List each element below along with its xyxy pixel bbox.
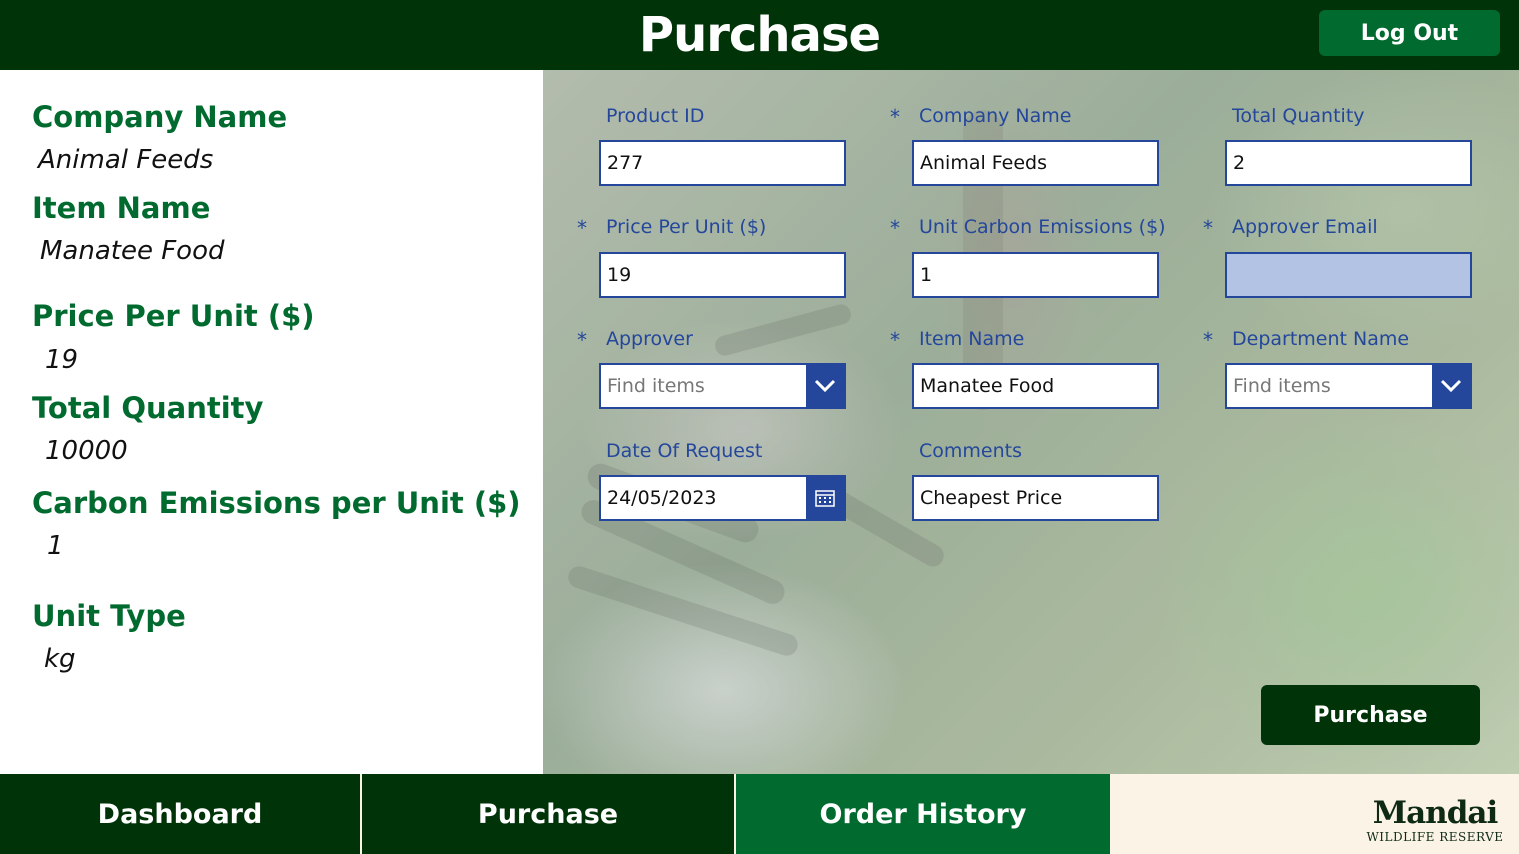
approver-search-input[interactable] — [601, 365, 807, 407]
summary-unit-type-value: kg — [44, 644, 76, 674]
purchase-submit-button[interactable]: Purchase — [1261, 685, 1480, 745]
date-picker[interactable] — [599, 475, 846, 521]
price-per-unit-input[interactable] — [599, 252, 846, 298]
purchase-form-panel: Product ID * Company Name Total Quantity… — [543, 70, 1519, 774]
department-search-input[interactable] — [1227, 365, 1433, 407]
date-of-request-input[interactable] — [601, 477, 807, 519]
chevron-down-icon — [1440, 379, 1462, 393]
brand-subtitle: WILDLIFE RESERVE — [1366, 830, 1504, 844]
nav-purchase[interactable]: Purchase — [362, 774, 734, 854]
department-name-label: Department Name — [1232, 328, 1410, 350]
summary-carbon-value: 1 — [47, 531, 64, 561]
nav-dashboard[interactable]: Dashboard — [0, 774, 360, 854]
approver-email-input[interactable] — [1225, 252, 1472, 298]
nav-order-history[interactable]: Order History — [736, 774, 1110, 854]
required-marker: * — [577, 328, 587, 352]
brand-logo: Mandai WILDLIFE RESERVE — [1360, 796, 1510, 844]
calendar-button[interactable] — [806, 477, 844, 519]
approver-email-label: Approver Email — [1232, 216, 1378, 238]
summary-company-label: Company Name — [32, 100, 288, 134]
page-title: Purchase — [638, 7, 881, 63]
calendar-icon — [815, 490, 835, 507]
department-dropdown-button[interactable] — [1432, 365, 1470, 407]
unit-carbon-label: Unit Carbon Emissions ($) — [919, 216, 1166, 238]
comments-label: Comments — [919, 440, 1022, 462]
summary-price-value: 19 — [45, 345, 79, 375]
summary-quantity-value: 10000 — [45, 436, 128, 466]
required-marker: * — [1203, 216, 1213, 240]
company-name-label: Company Name — [919, 105, 1072, 127]
summary-item-label: Item Name — [32, 191, 211, 225]
chevron-down-icon — [814, 379, 836, 393]
logout-button[interactable]: Log Out — [1319, 10, 1500, 56]
summary-company-value: Animal Feeds — [38, 145, 214, 175]
approver-dropdown-button[interactable] — [806, 365, 844, 407]
summary-quantity-label: Total Quantity — [32, 391, 264, 425]
summary-panel: Company Name Animal Feeds Item Name Mana… — [0, 70, 543, 774]
summary-price-label: Price Per Unit ($) — [32, 299, 315, 333]
bottom-nav: Dashboard Purchase Order History Mandai … — [0, 774, 1519, 854]
total-quantity-label: Total Quantity — [1232, 105, 1365, 127]
unit-carbon-input[interactable] — [912, 252, 1159, 298]
required-marker: * — [890, 216, 900, 240]
product-id-input[interactable] — [599, 140, 846, 186]
summary-unit-type-label: Unit Type — [32, 599, 186, 633]
price-per-unit-label: Price Per Unit ($) — [606, 216, 767, 238]
company-name-input[interactable] — [912, 140, 1159, 186]
required-marker: * — [577, 216, 587, 240]
department-combobox[interactable] — [1225, 363, 1472, 409]
item-name-label: Item Name — [919, 328, 1025, 350]
date-of-request-label: Date Of Request — [606, 440, 763, 462]
item-name-input[interactable] — [912, 363, 1159, 409]
summary-item-value: Manatee Food — [40, 236, 225, 266]
approver-label: Approver — [606, 328, 693, 350]
summary-carbon-label: Carbon Emissions per Unit ($) — [32, 486, 521, 520]
total-quantity-input[interactable] — [1225, 140, 1472, 186]
header-bar: Purchase Log Out — [0, 0, 1519, 70]
comments-input[interactable] — [912, 475, 1159, 521]
required-marker: * — [890, 105, 900, 129]
required-marker: * — [1203, 328, 1213, 352]
approver-combobox[interactable] — [599, 363, 846, 409]
required-marker: * — [890, 328, 900, 352]
product-id-label: Product ID — [606, 105, 705, 127]
brand-name: Mandai — [1372, 795, 1498, 831]
